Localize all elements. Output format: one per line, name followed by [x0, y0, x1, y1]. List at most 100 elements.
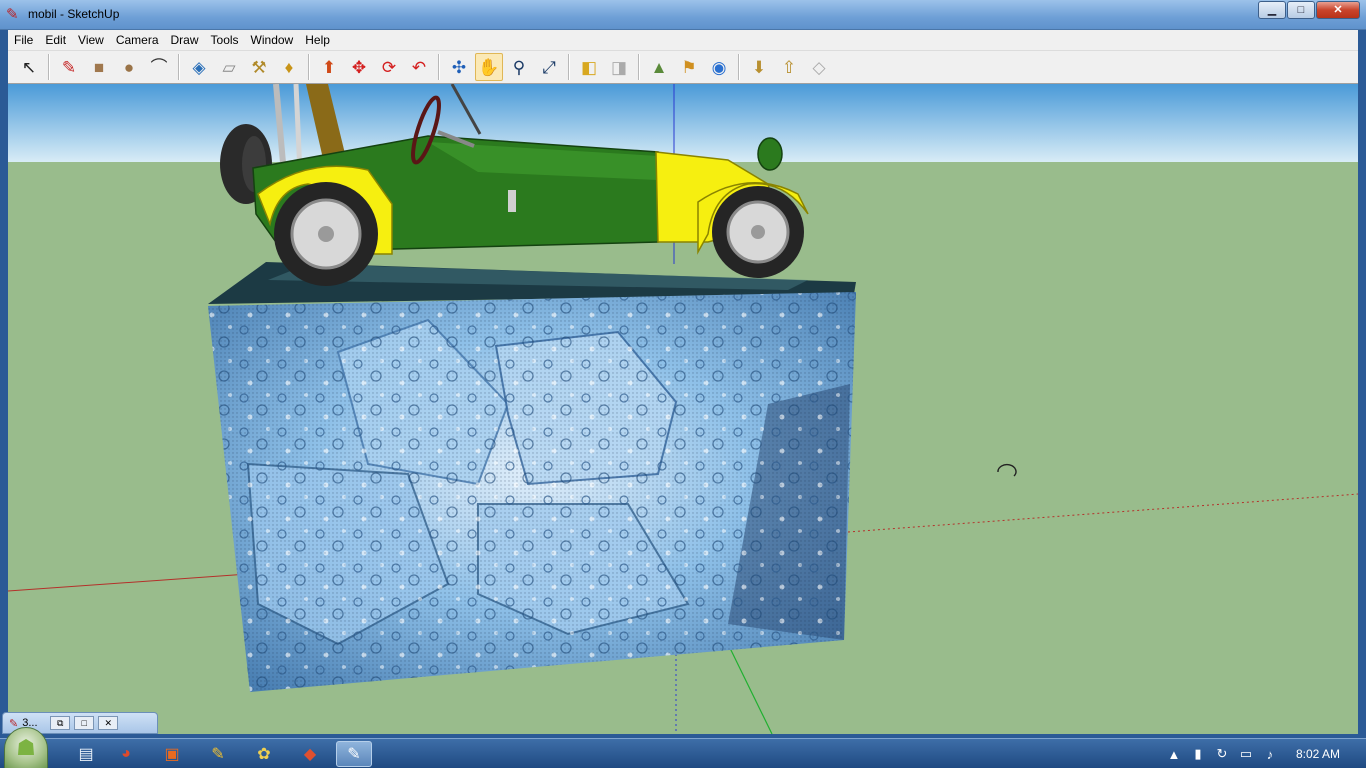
eraser-tool-button[interactable]: ▱	[215, 53, 243, 81]
google-earth-tool-button[interactable]: ◉	[705, 53, 733, 81]
move-tool-button[interactable]: ✥	[345, 53, 373, 81]
rectangle-tool-button[interactable]: ■	[85, 53, 113, 81]
explorer-icon: ▤	[78, 746, 94, 763]
google-earth-icon: ◉	[711, 57, 727, 77]
menu-draw[interactable]: Draw	[165, 33, 205, 47]
toolbar-separator	[568, 54, 570, 80]
scene-canvas[interactable]	[8, 84, 1358, 734]
tape-measure-icon: ⚒	[251, 57, 267, 77]
circle-tool-button[interactable]: ●	[115, 53, 143, 81]
menu-help[interactable]: Help	[299, 33, 336, 47]
menu-window[interactable]: Window	[245, 33, 300, 47]
headlight	[757, 137, 783, 171]
chrome-icon: ◕	[121, 745, 131, 762]
next-view-tool-button[interactable]: ◨	[605, 53, 633, 81]
sketchup-app-icon: ✎	[6, 6, 19, 23]
zoom-icon: ⚲	[512, 57, 526, 77]
taskbar-mobile-app-button[interactable]: ▣	[154, 741, 190, 767]
menu-tools[interactable]: Tools	[205, 33, 245, 47]
rotate-tool-button[interactable]: ⟳	[375, 53, 403, 81]
ice-halftone	[208, 292, 856, 692]
circle-icon: ●	[123, 57, 135, 77]
orbit-tool-button[interactable]: ✣	[445, 53, 473, 81]
close-button-min[interactable]: ✕	[98, 716, 119, 730]
pan-tool-button[interactable]: ✋	[475, 53, 503, 81]
share-model-tool-button[interactable]: ⇧	[775, 53, 803, 81]
make-component-icon: ◈	[192, 57, 206, 77]
pan-icon: ✋	[478, 57, 500, 77]
add-location-tool-button[interactable]: ▲	[645, 53, 673, 81]
select-tool-button[interactable]: ↖	[15, 53, 43, 81]
arc-icon: ⌒	[150, 57, 168, 77]
taskbar-chrome-button[interactable]: ◕	[108, 741, 144, 767]
offset-icon: ↶	[411, 57, 427, 77]
tape-measure-tool-button[interactable]: ⚒	[245, 53, 273, 81]
sky	[8, 84, 1358, 162]
door-handle	[508, 190, 516, 212]
main-toolbar: ↖ ✎ ■ ● ⌒ ◈ ▱ ⚒ ♦ ⬆ ✥ ⟳ ↶ ✣ ✋ ⚲ ⤢ ◧ ◨ ▲ ⚑ ◉ ⬇ ⇧ ◇	[8, 50, 1358, 84]
toggle-terrain-icon: ⚑	[681, 57, 697, 77]
restore-button[interactable]: ⧉	[50, 716, 71, 730]
taskbar-paint-button[interactable]: ✿	[246, 741, 282, 767]
zoom-extents-icon: ⤢	[542, 57, 556, 77]
tray-battery-icon[interactable]: ▮	[1186, 746, 1210, 762]
push-pull-icon: ⬆	[321, 57, 337, 77]
rectangle-icon: ■	[93, 57, 105, 77]
taskbar-sketchup-active-button[interactable]: ✎	[336, 741, 372, 767]
pencil-tool-button[interactable]: ✎	[55, 53, 83, 81]
tray-update-icon[interactable]: ↻	[1210, 746, 1234, 762]
maximize-button-min[interactable]: □	[74, 716, 95, 730]
rotate-icon: ⟳	[381, 57, 397, 77]
get-models-tool-button[interactable]: ⬇	[745, 53, 773, 81]
model-viewport[interactable]	[8, 84, 1358, 734]
toggle-terrain-tool-button[interactable]: ⚑	[675, 53, 703, 81]
toolbar-separator	[738, 54, 740, 80]
get-models-icon: ⬇	[751, 57, 767, 77]
system-tray: ▲ ▮ ↻ ▭ ♪ 8:02 AM	[1162, 739, 1366, 768]
close-button[interactable]: ✕	[1316, 1, 1360, 19]
maximize-button[interactable]: □	[1287, 1, 1315, 19]
rear-wheel-hub	[318, 226, 334, 242]
orbit-icon: ✣	[451, 57, 467, 77]
select-icon: ↖	[21, 57, 37, 77]
eraser-icon: ▱	[222, 57, 236, 77]
push-pull-tool-button[interactable]: ⬆	[315, 53, 343, 81]
paint-bucket-tool-button[interactable]: ♦	[275, 53, 303, 81]
title-bar: ✎ mobil - SketchUp ▁ □ ✕	[0, 0, 1366, 30]
taskbar-explorer-button[interactable]: ▤	[68, 741, 104, 767]
next-view-icon: ◨	[610, 57, 628, 77]
tray-arrow-icon[interactable]: ▲	[1162, 747, 1186, 762]
zoom-tool-button[interactable]: ⚲	[505, 53, 533, 81]
taskbar-slides-button[interactable]: ◆	[292, 741, 328, 767]
clock[interactable]: 8:02 AM	[1296, 747, 1340, 761]
add-location-icon: ▲	[650, 57, 668, 77]
pencil-icon: ✎	[61, 57, 77, 77]
paint-bucket-icon: ♦	[284, 57, 294, 77]
tray-volume-icon[interactable]: ♪	[1258, 747, 1282, 762]
sketchup-active-icon: ✎	[347, 746, 361, 763]
previous-view-tool-button[interactable]: ◧	[575, 53, 603, 81]
window-title: mobil - SketchUp	[28, 7, 120, 21]
start-button-android-icon[interactable]: ☗	[4, 727, 48, 768]
toolbar-separator	[438, 54, 440, 80]
menu-edit[interactable]: Edit	[39, 33, 72, 47]
make-component-tool-button[interactable]: ◈	[185, 53, 213, 81]
taskbar: ☗ ▤ ◕ ▣ ✎ ✿ ◆ ✎ ▲ ▮ ↻ ▭ ♪ 8:02 AM	[0, 727, 1366, 768]
share-component-tool-button[interactable]: ◇	[805, 53, 833, 81]
minimize-button[interactable]: ▁	[1258, 1, 1286, 19]
arc-tool-button[interactable]: ⌒	[145, 53, 173, 81]
share-model-icon: ⇧	[781, 57, 797, 77]
zoom-extents-tool-button[interactable]: ⤢	[535, 53, 563, 81]
toolbar-separator	[308, 54, 310, 80]
toolbar-separator	[48, 54, 50, 80]
menu-bar: File Edit View Camera Draw Tools Window …	[8, 30, 1358, 50]
menu-camera[interactable]: Camera	[110, 33, 165, 47]
taskbar-sketchup-pinned-button[interactable]: ✎	[200, 741, 236, 767]
menu-file[interactable]: File	[8, 33, 39, 47]
front-wheel-hub	[751, 225, 765, 239]
tray-network-icon[interactable]: ▭	[1234, 746, 1258, 762]
window-controls: ▁ □ ✕	[1257, 1, 1360, 19]
offset-tool-button[interactable]: ↶	[405, 53, 433, 81]
menu-view[interactable]: View	[72, 33, 110, 47]
sketchup-doc-icon: ✎	[9, 717, 19, 730]
